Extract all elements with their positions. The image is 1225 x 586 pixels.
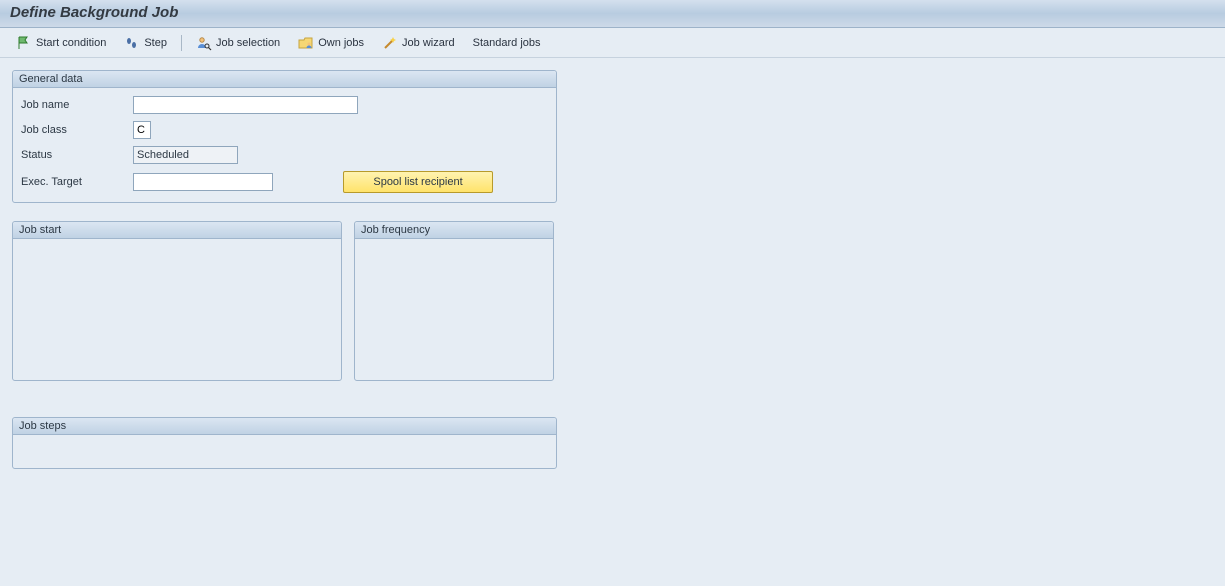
job-frequency-header: Job frequency bbox=[355, 222, 553, 239]
job-steps-header: Job steps bbox=[13, 418, 556, 435]
general-data-panel: General data Job name Job class Status E… bbox=[12, 70, 557, 203]
job-wizard-label: Job wizard bbox=[402, 37, 455, 49]
content-area: General data Job name Job class Status E… bbox=[0, 58, 1225, 499]
own-jobs-label: Own jobs bbox=[318, 37, 364, 49]
job-selection-button[interactable]: Job selection bbox=[190, 33, 286, 53]
status-label: Status bbox=[21, 149, 133, 161]
standard-jobs-label: Standard jobs bbox=[473, 37, 541, 49]
job-start-header: Job start bbox=[13, 222, 341, 239]
separator bbox=[181, 35, 182, 51]
status-field bbox=[133, 146, 238, 164]
standard-jobs-button[interactable]: Standard jobs bbox=[467, 35, 547, 51]
job-selection-label: Job selection bbox=[216, 37, 280, 49]
own-jobs-button[interactable]: Own jobs bbox=[292, 33, 370, 53]
start-condition-label: Start condition bbox=[36, 37, 106, 49]
title-bar: Define Background Job bbox=[0, 0, 1225, 28]
job-start-body bbox=[13, 239, 341, 251]
job-steps-panel: Job steps bbox=[12, 417, 557, 469]
job-class-input[interactable] bbox=[133, 121, 151, 139]
job-class-label: Job class bbox=[21, 124, 133, 136]
job-wizard-button[interactable]: Job wizard bbox=[376, 33, 461, 53]
general-data-header: General data bbox=[13, 71, 556, 88]
page-title: Define Background Job bbox=[10, 4, 1215, 21]
step-label: Step bbox=[144, 37, 167, 49]
job-frequency-panel: Job frequency bbox=[354, 221, 554, 381]
step-button[interactable]: Step bbox=[118, 33, 173, 53]
flag-icon bbox=[16, 35, 32, 51]
exec-target-label: Exec. Target bbox=[21, 176, 133, 188]
start-condition-button[interactable]: Start condition bbox=[10, 33, 112, 53]
job-name-input[interactable] bbox=[133, 96, 358, 114]
exec-target-input[interactable] bbox=[133, 173, 273, 191]
person-search-icon bbox=[196, 35, 212, 51]
folder-person-icon bbox=[298, 35, 314, 51]
job-steps-body bbox=[13, 435, 556, 447]
footsteps-icon bbox=[124, 35, 140, 51]
spool-list-recipient-button[interactable]: Spool list recipient bbox=[343, 171, 493, 193]
job-start-panel: Job start bbox=[12, 221, 342, 381]
job-frequency-body bbox=[355, 239, 553, 251]
wizard-wand-icon bbox=[382, 35, 398, 51]
job-name-label: Job name bbox=[21, 99, 133, 111]
toolbar: Start condition Step Job selection Own j… bbox=[0, 28, 1225, 58]
